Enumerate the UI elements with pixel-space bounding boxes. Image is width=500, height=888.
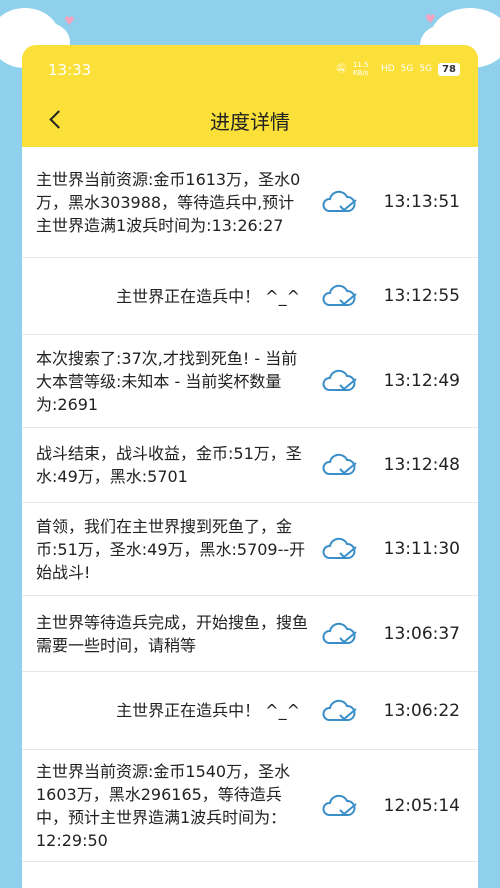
cloud-check-icon <box>322 622 357 644</box>
list-item: 主世界等待造兵完成，开始搜鱼，搜鱼需要一些时间，请稍等 13:06:37 <box>22 596 478 672</box>
message-text: 主世界正在造兵中！ ^_^ <box>116 701 300 720</box>
message-text: 主世界当前资源:金币1613万，圣水0万，黑水303988，等待造兵中,预计主世… <box>36 169 301 235</box>
progress-list: 主世界当前资源:金币1613万，圣水0万，黑水303988，等待造兵中,预计主世… <box>22 147 478 862</box>
signal-5g-icon: 5G <box>400 64 414 74</box>
list-item: 主世界当前资源:金币1613万，圣水0万，黑水303988，等待造兵中,预计主世… <box>22 147 478 258</box>
list-item: 本次搜索了:37次,才找到死鱼! - 当前大本营等级:未知本 - 当前奖杯数量为… <box>22 335 478 428</box>
list-item: 首领，我们在主世界搜到死鱼了，金币:51万，圣水:49万，黑水:5709--开始… <box>22 503 478 596</box>
mute-icon: 🔕︎ <box>335 64 347 74</box>
status-bar: 13:33 🔕︎ 11.5 KB/s HD 5G 5G 78 <box>22 45 478 93</box>
status-icons: 🔕︎ 11.5 KB/s HD 5G 5G 78 <box>336 61 460 77</box>
message-text: 首领，我们在主世界搜到死鱼了，金币:51万，圣水:49万，黑水:5709--开始… <box>36 516 306 582</box>
list-item: 主世界正在造兵中！ ^_^ 13:06:22 <box>22 672 478 750</box>
cloud-check-icon <box>322 284 357 306</box>
timestamp: 13:11:30 <box>383 539 460 559</box>
nav-bar: 进度详情 <box>22 93 478 147</box>
hd-icon: HD <box>380 64 395 74</box>
list-item: 主世界正在造兵中！ ^_^ 13:12:55 <box>22 258 478 335</box>
timestamp: 13:12:49 <box>383 371 460 391</box>
timestamp: 13:12:48 <box>383 455 460 475</box>
timestamp: 13:13:51 <box>383 192 460 212</box>
cloud-check-icon <box>322 794 357 816</box>
cloud-check-icon <box>322 699 357 721</box>
page-title: 进度详情 <box>210 110 290 134</box>
heart-icon: ♥ <box>425 12 436 26</box>
timestamp: 13:06:37 <box>383 623 460 644</box>
message-text: 主世界正在造兵中！ ^_^ <box>116 286 300 306</box>
cloud-check-icon <box>322 453 357 475</box>
list-item: 主世界当前资源:金币1540万，圣水1603万，黑水296165，等待造兵中，预… <box>22 750 478 862</box>
app-window: 13:33 🔕︎ 11.5 KB/s HD 5G 5G 78 进度详情 主世界当… <box>22 45 478 888</box>
cloud-check-icon <box>322 190 357 212</box>
net-speed: 11.5 KB/s <box>352 61 369 77</box>
cloud-check-icon <box>322 369 357 391</box>
header: 13:33 🔕︎ 11.5 KB/s HD 5G 5G 78 进度详情 <box>22 45 478 147</box>
message-text: 本次搜索了:37次,才找到死鱼! - 当前大本营等级:未知本 - 当前奖杯数量为… <box>36 348 298 414</box>
status-time: 13:33 <box>48 61 92 79</box>
message-text: 主世界等待造兵完成，开始搜鱼，搜鱼需要一些时间，请稍等 <box>36 612 309 655</box>
message-text: 主世界当前资源:金币1540万，圣水1603万，黑水296165，等待造兵中，预… <box>36 761 291 850</box>
list-item: 战斗结束，战斗收益，金币:51万，圣水:49万，黑水:5701 13:12:48 <box>22 428 478 503</box>
cloud-check-icon <box>322 537 357 559</box>
message-text: 战斗结束，战斗收益，金币:51万，圣水:49万，黑水:5701 <box>36 444 302 486</box>
timestamp: 12:05:14 <box>383 795 460 816</box>
battery-icon: 78 <box>438 62 460 76</box>
timestamp: 13:06:22 <box>383 700 460 721</box>
heart-icon: ♥ <box>64 14 75 28</box>
timestamp: 13:12:55 <box>383 286 460 306</box>
signal-5g-icon: 5G <box>419 64 433 74</box>
